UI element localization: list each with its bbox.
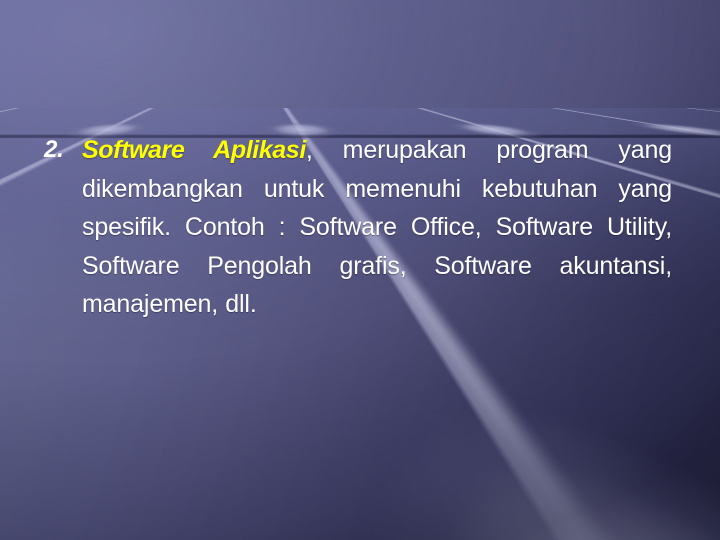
list-item-number: 2. <box>44 136 64 163</box>
list-item-last-line: manajemen, dll. <box>82 290 257 318</box>
slide-canvas: 2. Software Aplikasi, merupakan program … <box>0 0 720 540</box>
slide-body: 2. Software Aplikasi, merupakan program … <box>44 131 672 324</box>
emphasized-term: Software Aplikasi <box>82 136 306 164</box>
list-item: 2. Software Aplikasi, merupakan program … <box>44 131 672 324</box>
list-item-text: Software Aplikasi, merupakan program yan… <box>82 131 672 324</box>
